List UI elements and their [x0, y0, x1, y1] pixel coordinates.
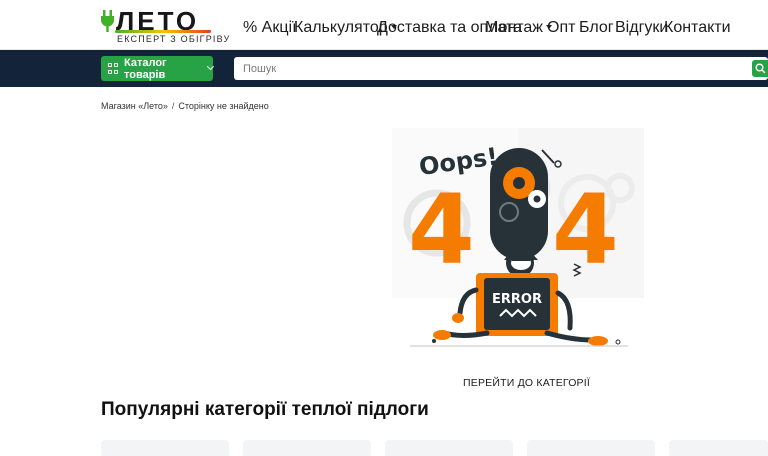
breadcrumb-separator: / — [171, 101, 175, 111]
category-card[interactable] — [385, 440, 513, 456]
error-digit-right: 4 — [552, 174, 619, 286]
nav-wholesale[interactable]: Опт — [547, 19, 575, 37]
gear-white-icon — [528, 190, 546, 208]
category-card[interactable] — [669, 440, 768, 456]
error-sign-text: ERROR — [492, 292, 542, 307]
logo-tagline: ЕКСПЕРТ З ОБІГРІВУ — [117, 34, 231, 44]
site-header: ЛЕТО ЕКСПЕРТ З ОБІГРІВУ % Акції Калькуля… — [0, 0, 768, 50]
breadcrumb-home-link[interactable]: Магазин «Лето» — [101, 101, 168, 111]
category-card[interactable] — [243, 440, 371, 456]
breadcrumb-current: Сторінку не знайдено — [178, 101, 269, 111]
logo-color-bar — [115, 30, 211, 33]
site-logo[interactable]: ЛЕТО ЕКСПЕРТ З ОБІГРІВУ — [100, 7, 229, 45]
nav-installation[interactable]: Монтаж — [485, 19, 552, 37]
popular-categories-title: Популярні категорії теплої підлоги — [101, 399, 429, 420]
search-input[interactable] — [234, 57, 768, 80]
catalog-button-label: Каталог товарів — [124, 56, 167, 81]
search-icon — [755, 63, 766, 74]
nav-reviews[interactable]: Відгуки — [615, 19, 668, 37]
nav-blog[interactable]: Блог — [579, 19, 614, 37]
search-button[interactable] — [752, 60, 768, 77]
error-digit-left: 4 — [408, 174, 475, 286]
nav-calculator-label: Калькулятор — [294, 19, 388, 36]
error-404-illustration: Oops! 4 4 ERROR — [392, 128, 644, 347]
nav-contacts[interactable]: Контакти — [664, 19, 731, 37]
category-card[interactable] — [527, 440, 655, 456]
nav-installation-label: Монтаж — [485, 19, 543, 36]
catalog-button[interactable]: Каталог товарів — [101, 56, 215, 81]
plug-icon — [101, 10, 114, 32]
breadcrumb: Магазин «Лето» / Сторінку не знайдено — [101, 101, 269, 111]
goto-category-link[interactable]: ПЕРЕЙТИ ДО КАТЕГОРІЇ — [463, 377, 590, 389]
category-card[interactable] — [101, 440, 229, 456]
grid-icon — [108, 63, 118, 74]
nav-promotions[interactable]: % Акції — [243, 19, 297, 37]
